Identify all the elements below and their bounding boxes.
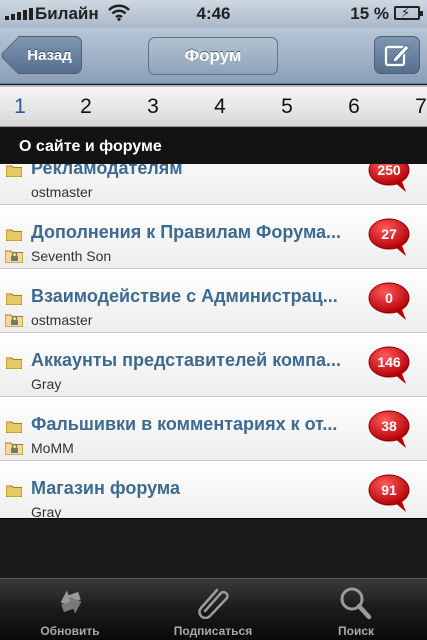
subscribe-tab[interactable]: Подписаться xyxy=(158,579,268,640)
topic-title[interactable]: Рекламодателям xyxy=(31,164,359,179)
topic-author: ostmaster xyxy=(31,184,93,200)
topic-row[interactable]: Магазин форума Gray 91 xyxy=(0,461,427,518)
topic-author: Gray xyxy=(31,504,62,518)
topic-title[interactable]: Дополнения к Правилам Форума... xyxy=(31,222,359,243)
topic-list: Рекламодателям ostmaster 250 Дополнения к П… xyxy=(0,164,427,518)
topic-title[interactable]: Аккаунты представителей компа... xyxy=(31,350,359,371)
battery-icon: ⚡ xyxy=(394,5,423,20)
reply-count: 91 xyxy=(381,482,397,498)
locked-folder-icon xyxy=(4,249,24,264)
folder-icon xyxy=(5,164,23,178)
topic-title[interactable]: Взаимодействие с Администрац... xyxy=(31,286,359,307)
topic-row[interactable]: Фальшивки в комментариях к от... MoMM 38 xyxy=(0,397,427,461)
reply-count: 146 xyxy=(377,354,401,370)
reply-count: 38 xyxy=(381,418,397,434)
battery-percent: 15 % xyxy=(350,4,389,23)
folder-icon xyxy=(5,484,23,498)
page-1-link[interactable]: 1 xyxy=(5,95,35,119)
locked-folder-icon xyxy=(4,441,24,456)
refresh-icon xyxy=(60,590,82,614)
topic-title[interactable]: Магазин форума xyxy=(31,478,359,499)
folder-icon xyxy=(5,356,23,370)
back-button[interactable]: Назад xyxy=(18,36,82,74)
topic-author: Gray xyxy=(31,376,62,392)
forum-title-button[interactable]: Форум xyxy=(148,37,278,75)
folder-icon xyxy=(5,228,23,242)
page-7-link[interactable]: 7 xyxy=(406,95,427,119)
refresh-tab-label: Обновить xyxy=(40,624,100,638)
tab-bar: Обновить Подписаться Поиск xyxy=(0,578,427,640)
page-5-link[interactable]: 5 xyxy=(272,95,302,119)
page-3-link[interactable]: 3 xyxy=(138,95,168,119)
page-4-link[interactable]: 4 xyxy=(205,95,235,119)
reply-count: 27 xyxy=(381,226,397,242)
page-2-link[interactable]: 2 xyxy=(71,95,101,119)
topic-title[interactable]: Фальшивки в комментариях к от... xyxy=(31,414,359,435)
navigation-bar: Назад Форум xyxy=(0,28,427,84)
topic-row[interactable]: Рекламодателям ostmaster 250 xyxy=(0,164,427,205)
reply-count: 250 xyxy=(377,164,401,178)
topic-author: Seventh Son xyxy=(31,248,112,264)
search-icon xyxy=(340,587,372,620)
topic-row[interactable]: Аккаунты представителей компа... Gray 146 xyxy=(0,333,427,397)
section-header: О сайте и форуме xyxy=(0,128,427,164)
topic-row[interactable]: Дополнения к Правилам Форума... Seventh S… xyxy=(0,205,427,269)
search-tab[interactable]: Поиск xyxy=(308,579,404,640)
status-bar: Билайн 4:46 15 % ⚡ xyxy=(0,0,427,28)
page-6-link[interactable]: 6 xyxy=(339,95,369,119)
refresh-tab[interactable]: Обновить xyxy=(20,579,120,640)
folder-icon xyxy=(5,292,23,306)
locked-folder-icon xyxy=(4,313,24,328)
search-tab-label: Поиск xyxy=(337,624,374,638)
reply-count: 0 xyxy=(385,290,393,306)
compose-button[interactable] xyxy=(374,36,420,74)
topic-author: ostmaster xyxy=(31,312,93,328)
topic-row[interactable]: Взаимодействие с Администрац... ostmaster… xyxy=(0,269,427,333)
compose-icon xyxy=(384,44,410,67)
empty-area xyxy=(0,518,427,578)
page-selector: 1 2 3 4 5 6 7 xyxy=(0,85,427,127)
topic-author: MoMM xyxy=(31,440,74,456)
paperclip-icon xyxy=(198,588,229,619)
folder-icon xyxy=(5,420,23,434)
subscribe-tab-label: Подписаться xyxy=(173,624,253,638)
